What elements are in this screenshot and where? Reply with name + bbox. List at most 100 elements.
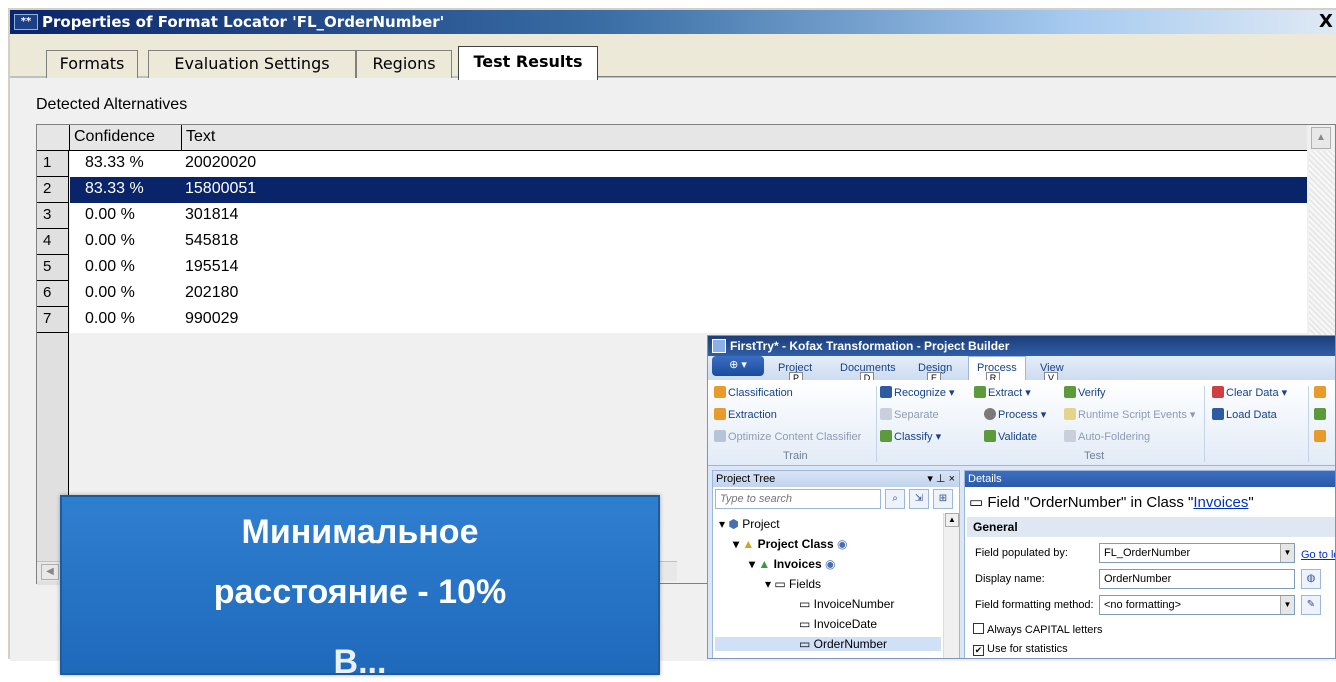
verify-icon bbox=[1064, 386, 1076, 398]
scroll-up-icon[interactable]: ▲ bbox=[1311, 127, 1331, 149]
more-tool-icon[interactable] bbox=[1314, 386, 1328, 399]
classification-button[interactable]: Classification bbox=[714, 386, 793, 399]
app-menu-button[interactable]: ⊕ ▾ bbox=[712, 356, 764, 376]
tree-item-field[interactable]: ▭ InvoiceNumber bbox=[799, 597, 894, 611]
group-label-train: Train bbox=[783, 450, 808, 462]
optimize-classifier-button[interactable]: Optimize Content Classifier bbox=[714, 430, 861, 443]
column-header-confidence[interactable]: Confidence bbox=[70, 125, 182, 151]
clear-data-icon bbox=[1212, 386, 1224, 398]
close-button[interactable]: X bbox=[1316, 12, 1336, 32]
formatting-method-dropdown[interactable]: <no formatting> ▼ bbox=[1099, 595, 1295, 615]
text-cell: 195514 bbox=[185, 258, 239, 275]
ribbon-separator bbox=[1204, 386, 1205, 462]
tree-item-field-selected[interactable]: ▭ OrderNumber bbox=[715, 637, 941, 651]
tab-formats[interactable]: Formats bbox=[46, 50, 138, 78]
confidence-cell: 83.33 % bbox=[85, 180, 144, 197]
text-cell: 202180 bbox=[185, 284, 239, 301]
use-for-statistics-checkbox[interactable]: ✔ Use for statistics bbox=[973, 643, 1068, 656]
populated-by-label: Field populated by: bbox=[975, 547, 1068, 559]
verify-button[interactable]: Verify bbox=[1064, 386, 1106, 399]
classify-button[interactable]: Classify ▾ bbox=[880, 430, 941, 443]
scroll-up-icon[interactable]: ▲ bbox=[945, 513, 959, 527]
tree-item-invoices[interactable]: ▾ ▲ Invoices ◉ bbox=[749, 557, 835, 571]
display-name-input[interactable]: OrderNumber bbox=[1099, 569, 1295, 589]
classify-icon bbox=[880, 430, 892, 442]
lightning-icon bbox=[1064, 408, 1076, 420]
table-row[interactable] bbox=[70, 203, 1307, 229]
process-button[interactable]: Process ▾ bbox=[984, 408, 1046, 421]
details-header: Details bbox=[965, 471, 1335, 487]
confidence-cell: 0.00 % bbox=[85, 310, 135, 327]
scroll-left-icon[interactable]: ◀ bbox=[41, 564, 59, 580]
row-number: 5 bbox=[37, 255, 69, 281]
runtime-script-events-button[interactable]: Runtime Script Events ▾ bbox=[1064, 408, 1195, 421]
extract-icon bbox=[974, 386, 986, 398]
kofax-window: FirstTry* - Kofax Transformation - Proje… bbox=[707, 335, 1336, 659]
auto-foldering-icon bbox=[1064, 430, 1076, 442]
go-to-locator-link[interactable]: Go to lo bbox=[1301, 549, 1335, 561]
tree-item-fields[interactable]: ▾ ▭ Fields bbox=[765, 577, 821, 591]
tree-item-project-class[interactable]: ▾ ▲ Project Class ◉ bbox=[733, 537, 847, 551]
dialog-app-icon: ** bbox=[14, 14, 38, 30]
tree-scrollbar[interactable]: ▲ bbox=[943, 513, 959, 658]
tree-item-project[interactable]: ▾ ⬢ Project bbox=[719, 517, 780, 531]
table-row[interactable] bbox=[70, 229, 1307, 255]
class-link[interactable]: Invoices bbox=[1193, 494, 1248, 511]
tree-search-input[interactable] bbox=[715, 489, 881, 509]
group-label-test: Test bbox=[1084, 450, 1105, 462]
text-cell: 20020020 bbox=[185, 154, 257, 171]
extraction-button[interactable]: Extraction bbox=[714, 408, 777, 421]
row-number: 4 bbox=[37, 229, 69, 255]
recognize-button[interactable]: Recognize ▾ bbox=[880, 386, 955, 399]
tab-evaluation-settings[interactable]: Evaluation Settings bbox=[148, 50, 356, 78]
text-cell: 545818 bbox=[185, 232, 239, 249]
text-cell: 301814 bbox=[185, 206, 239, 223]
populated-by-dropdown[interactable]: FL_OrderNumber ▼ bbox=[1099, 543, 1295, 563]
validate-button[interactable]: Validate bbox=[984, 430, 1037, 443]
dialog-title: Properties of Format Locator 'FL_OrderNu… bbox=[42, 13, 445, 31]
project-tree-panel: Project Tree ▾ ⊥ × ⌕ ⇲ ⊞ ▾ ⬢ Project ▾ ▲… bbox=[712, 470, 960, 658]
column-header-text[interactable]: Text bbox=[182, 125, 1307, 151]
search-icon[interactable]: ⌕ bbox=[885, 489, 905, 509]
section-title: Detected Alternatives bbox=[36, 96, 188, 113]
table-row[interactable] bbox=[70, 307, 1307, 333]
tab-strip: Formats Evaluation Settings Regions Test… bbox=[10, 34, 1336, 80]
separate-button[interactable]: Separate bbox=[880, 408, 939, 421]
overlay-line-1: Минимальное bbox=[241, 513, 479, 551]
chevron-down-icon: ▼ bbox=[1280, 596, 1294, 614]
clear-data-button[interactable]: Clear Data ▾ bbox=[1212, 386, 1287, 399]
tree-filter-icon[interactable]: ⇲ bbox=[909, 489, 929, 509]
row-number: 2 bbox=[37, 177, 69, 203]
confidence-cell: 0.00 % bbox=[85, 284, 135, 301]
display-name-label: Display name: bbox=[975, 573, 1045, 585]
ribbon-separator bbox=[876, 386, 877, 462]
tree-hierarchy-icon[interactable]: ⊞ bbox=[933, 489, 953, 509]
table-row[interactable] bbox=[70, 281, 1307, 307]
tree-item-field[interactable]: ▭ InvoiceDate bbox=[799, 617, 877, 631]
edit-format-icon[interactable]: ✎ bbox=[1301, 595, 1321, 615]
ribbon-panel: Classification Extraction Optimize Conte… bbox=[708, 380, 1335, 466]
table-row[interactable] bbox=[70, 255, 1307, 281]
tab-regions[interactable]: Regions bbox=[356, 50, 452, 78]
extraction-icon bbox=[714, 408, 726, 420]
general-section-header: General bbox=[967, 517, 1335, 537]
auto-foldering-button[interactable]: Auto-Foldering bbox=[1064, 430, 1150, 443]
more-tool-icon[interactable] bbox=[1314, 408, 1328, 421]
load-data-button[interactable]: Load Data bbox=[1212, 408, 1277, 421]
row-number: 1 bbox=[37, 151, 69, 177]
kofax-title: FirstTry* - Kofax Transformation - Proje… bbox=[730, 339, 1010, 353]
more-tool-icon[interactable] bbox=[1314, 430, 1328, 443]
panel-controls[interactable]: ▾ ⊥ × bbox=[927, 471, 955, 487]
extract-button[interactable]: Extract ▾ bbox=[974, 386, 1031, 399]
tab-divider bbox=[598, 76, 1336, 77]
globe-icon[interactable]: ◍ bbox=[1301, 569, 1321, 589]
optimize-icon bbox=[714, 430, 726, 442]
row-number: 3 bbox=[37, 203, 69, 229]
tab-test-results[interactable]: Test Results bbox=[458, 46, 598, 80]
separate-icon bbox=[880, 408, 892, 420]
confidence-cell: 0.00 % bbox=[85, 206, 135, 223]
details-panel: Details ▭ Field "OrderNumber" in Class "… bbox=[964, 470, 1335, 658]
confidence-cell: 0.00 % bbox=[85, 258, 135, 275]
chevron-down-icon: ▼ bbox=[1280, 544, 1294, 562]
always-capital-checkbox[interactable]: Always CAPITAL letters bbox=[973, 623, 1103, 636]
